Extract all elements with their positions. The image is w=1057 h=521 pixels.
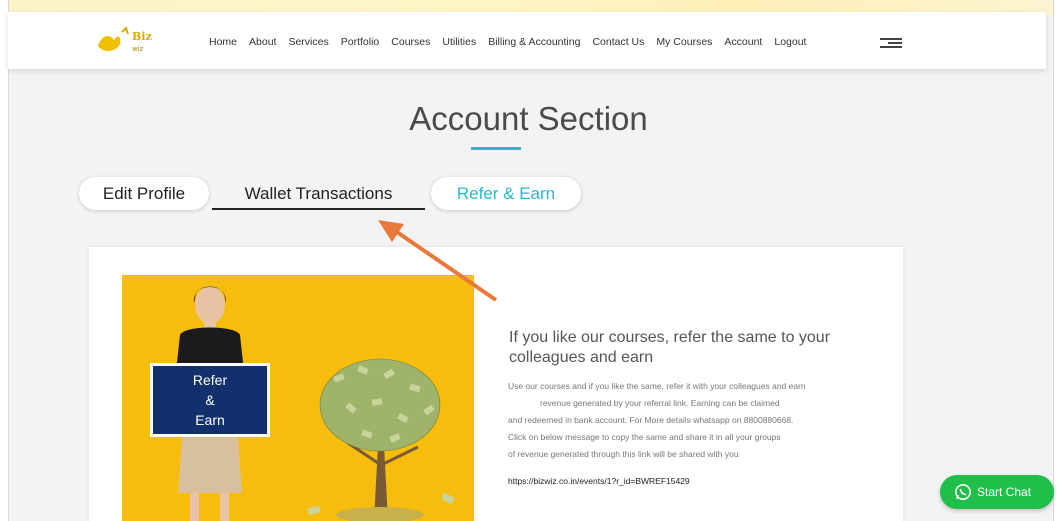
nav-courses[interactable]: Courses	[391, 36, 430, 48]
refer-heading: If you like our courses, refer the same …	[509, 329, 831, 366]
active-tab-underline	[212, 208, 425, 210]
nav-about[interactable]: About	[249, 36, 276, 48]
tab-edit-profile[interactable]: Edit Profile	[79, 177, 209, 210]
start-chat-button[interactable]: Start Chat	[940, 475, 1054, 509]
sign-line-earn: Earn	[195, 412, 225, 428]
desc-line: Click on below message to copy the same …	[508, 432, 781, 442]
svg-text:wiz: wiz	[132, 45, 144, 53]
nav-portfolio[interactable]: Portfolio	[341, 36, 380, 48]
refer-earn-sign: Refer & Earn	[150, 363, 270, 437]
refer-description: Use our courses and if you like the same…	[508, 378, 888, 463]
nav-menu: Home About Services Portfolio Courses Ut…	[209, 34, 806, 50]
hamburger-menu-icon[interactable]	[880, 36, 902, 50]
nav-services[interactable]: Services	[288, 36, 328, 48]
sign-line-refer: Refer	[192, 372, 228, 388]
nav-logout[interactable]: Logout	[774, 36, 806, 48]
nav-contact-us[interactable]: Contact Us	[592, 36, 644, 48]
nav-home[interactable]: Home	[209, 36, 237, 48]
tab-refer-earn[interactable]: Refer & Earn	[431, 177, 581, 210]
nav-my-courses[interactable]: My Courses	[656, 36, 712, 48]
page-title: Account Section	[409, 100, 648, 137]
arrow-annotation	[378, 220, 498, 302]
desc-line: revenue generated by your referral link.…	[540, 398, 780, 408]
svg-text:Biz: Biz	[132, 30, 152, 43]
referral-link[interactable]: https://bizwiz.co.in/events/1?r_id=BWREF…	[508, 476, 690, 486]
start-chat-label: Start Chat	[977, 485, 1032, 499]
tab-wallet-transactions[interactable]: Wallet Transactions	[213, 177, 424, 210]
nav-account[interactable]: Account	[724, 36, 762, 48]
logo-icon[interactable]: Biz wiz	[92, 26, 168, 56]
sign-line-ampersand: &	[205, 392, 215, 408]
top-navbar: Biz wiz Home About Services Portfolio Co…	[8, 12, 1046, 69]
desc-line: Use our courses and if you like the same…	[508, 381, 806, 391]
whatsapp-icon	[955, 484, 971, 500]
desc-line: and redeemed in bank account. For More d…	[508, 415, 794, 425]
nav-utilities[interactable]: Utilities	[442, 36, 476, 48]
desc-line: of revenue generated through this link w…	[508, 449, 739, 459]
title-underline	[471, 147, 521, 150]
refer-earn-image: Refer & Earn	[122, 275, 474, 521]
nav-billing-accounting[interactable]: Billing & Accounting	[488, 36, 580, 48]
